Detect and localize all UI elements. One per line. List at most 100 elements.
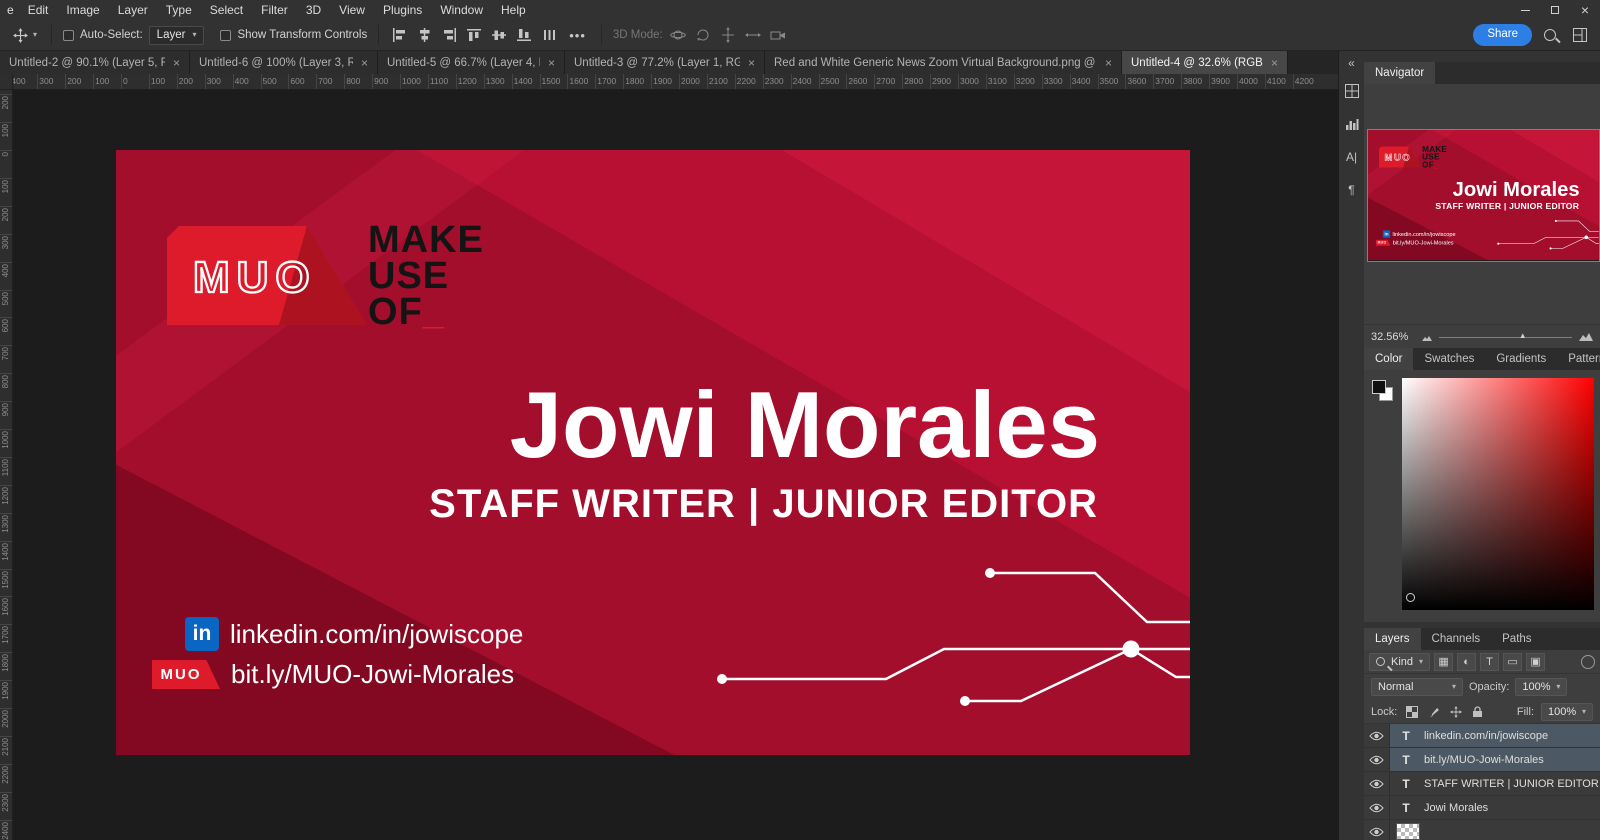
- layer-row[interactable]: T linkedin.com/in/jowiscope: [1364, 724, 1600, 748]
- histogram-panel-icon[interactable]: [1342, 114, 1362, 134]
- filter-toggle-icon[interactable]: [1581, 655, 1595, 669]
- tab-layers[interactable]: Layers: [1364, 628, 1421, 650]
- foreground-background-swatches[interactable]: [1370, 378, 1396, 612]
- show-transform-checkbox[interactable]: [220, 30, 231, 41]
- opacity-dropdown[interactable]: 100% ▾: [1515, 678, 1567, 696]
- tab-close-icon[interactable]: ×: [548, 56, 555, 70]
- lock-pixels-brush-icon[interactable]: [1426, 704, 1441, 719]
- tab-color[interactable]: Color: [1364, 348, 1413, 370]
- canvas-pasteboard[interactable]: MUO MAKE USE OF_ Jowi Morales STAFF WRIT…: [13, 90, 1338, 840]
- minimize-icon[interactable]: [1510, 0, 1540, 20]
- collapse-dock-icon[interactable]: «: [1342, 53, 1362, 73]
- swatches-panel-icon[interactable]: [1342, 81, 1362, 101]
- tab-swatches[interactable]: Swatches: [1413, 348, 1485, 370]
- layer-visibility-eye-icon[interactable]: [1364, 748, 1390, 771]
- zoom-level-value[interactable]: 32.56%: [1371, 331, 1415, 343]
- tab-gradients[interactable]: Gradients: [1485, 348, 1557, 370]
- menu-item-layer[interactable]: Layer: [109, 0, 157, 20]
- move-tool-preview[interactable]: ▾: [8, 26, 40, 45]
- menu-item-filter[interactable]: Filter: [252, 0, 297, 20]
- fill-dropdown[interactable]: 100% ▾: [1541, 703, 1593, 721]
- filter-shape-layers-icon[interactable]: ▭: [1503, 653, 1522, 671]
- auto-select-target-dropdown[interactable]: Layer ▾: [149, 26, 205, 45]
- more-options-icon[interactable]: •••: [565, 28, 590, 43]
- tab-close-icon[interactable]: ×: [748, 56, 755, 70]
- align-bottom-edges-icon[interactable]: [515, 26, 534, 45]
- close-icon[interactable]: ×: [1570, 0, 1600, 20]
- align-horizontal-centers-icon[interactable]: [415, 26, 434, 45]
- menu-item-plugins[interactable]: Plugins: [374, 0, 431, 20]
- tab-close-icon[interactable]: ×: [1271, 56, 1278, 70]
- lock-position-move-icon[interactable]: [1448, 704, 1463, 719]
- layer-name: linkedin.com/in/jowiscope: [1424, 730, 1548, 742]
- 3d-pan-icon[interactable]: [719, 26, 738, 45]
- document-tab[interactable]: Untitled-6 @ 100% (Layer 3, RGB... ×: [190, 51, 378, 74]
- layer-row[interactable]: [1364, 820, 1600, 840]
- menu-item-file-partial[interactable]: e: [2, 0, 19, 20]
- document-tab[interactable]: Untitled-3 @ 77.2% (Layer 1, RGB... ×: [565, 51, 765, 74]
- foreground-color-swatch[interactable]: [1372, 380, 1386, 394]
- workspace-switcher-icon[interactable]: [1568, 24, 1592, 46]
- document-tab[interactable]: Untitled-5 @ 66.7% (Layer 4, RGB... ×: [378, 51, 565, 74]
- tab-close-icon[interactable]: ×: [173, 56, 180, 70]
- tab-navigator[interactable]: Navigator: [1364, 62, 1435, 84]
- tab-close-icon[interactable]: ×: [361, 56, 368, 70]
- layer-visibility-eye-icon[interactable]: [1364, 796, 1390, 819]
- tab-close-icon[interactable]: ×: [1105, 56, 1112, 70]
- character-panel-icon[interactable]: A|: [1342, 147, 1362, 167]
- blend-mode-dropdown[interactable]: Normal ▾: [1371, 678, 1463, 696]
- design-canvas[interactable]: MUO MAKE USE OF_ Jowi Morales STAFF WRIT…: [116, 150, 1190, 755]
- menu-item-edit[interactable]: Edit: [19, 0, 58, 20]
- filter-smart-objects-icon[interactable]: ▣: [1526, 653, 1545, 671]
- layer-visibility-eye-icon[interactable]: [1364, 772, 1390, 795]
- filter-adjustment-layers-icon[interactable]: ◐: [1457, 653, 1476, 671]
- align-top-edges-icon[interactable]: [465, 26, 484, 45]
- layer-visibility-eye-icon[interactable]: [1364, 820, 1390, 840]
- zoom-slider-thumb[interactable]: ▲: [1519, 331, 1527, 340]
- lock-all-padlock-icon[interactable]: [1470, 704, 1485, 719]
- align-vertical-centers-icon[interactable]: [490, 26, 509, 45]
- navigator-thumbnail[interactable]: MUO MAKE USE OF_ Jowi Morales STAFF WRIT…: [1368, 130, 1599, 261]
- fill-value: 100%: [1548, 706, 1576, 718]
- 3d-orbit-icon[interactable]: [669, 26, 688, 45]
- distribute-icon[interactable]: [540, 26, 559, 45]
- menu-item-3d[interactable]: 3D: [297, 0, 330, 20]
- ruler-tick: [1125, 74, 1126, 89]
- chevron-down-icon: ▾: [192, 31, 196, 39]
- color-saturation-picker[interactable]: [1402, 378, 1594, 610]
- color-picker-cursor[interactable]: [1406, 593, 1415, 602]
- filter-type-layers-icon[interactable]: T: [1480, 653, 1499, 671]
- menu-item-view[interactable]: View: [330, 0, 374, 20]
- tab-channels[interactable]: Channels: [1421, 628, 1492, 650]
- 3d-camera-icon[interactable]: [769, 26, 788, 45]
- filter-pixel-layers-icon[interactable]: ▦: [1434, 653, 1453, 671]
- layer-visibility-eye-icon[interactable]: [1364, 724, 1390, 747]
- menu-item-help[interactable]: Help: [492, 0, 535, 20]
- paragraph-panel-icon[interactable]: ¶: [1342, 180, 1362, 200]
- align-left-edges-icon[interactable]: [390, 26, 409, 45]
- menu-item-image[interactable]: Image: [57, 0, 108, 20]
- 3d-roll-icon[interactable]: [694, 26, 713, 45]
- document-tab-active[interactable]: Untitled-4 @ 32.6% (RGB/8#) * ×: [1122, 51, 1288, 74]
- layer-filter-kind-dropdown[interactable]: Kind ▾: [1369, 653, 1430, 671]
- lock-transparency-icon[interactable]: [1404, 704, 1419, 719]
- search-icon[interactable]: [1538, 24, 1562, 46]
- document-tab[interactable]: Red and White Generic News Zoom Virtual …: [765, 51, 1122, 74]
- auto-select-checkbox[interactable]: [63, 30, 74, 41]
- maximize-icon[interactable]: [1540, 0, 1570, 20]
- zoom-out-icon[interactable]: [1422, 330, 1432, 344]
- menu-item-window[interactable]: Window: [431, 0, 492, 20]
- share-button[interactable]: Share: [1473, 24, 1532, 46]
- layer-row[interactable]: T Jowi Morales: [1364, 796, 1600, 820]
- tab-paths[interactable]: Paths: [1491, 628, 1542, 650]
- zoom-in-icon[interactable]: [1579, 330, 1593, 344]
- document-tab[interactable]: Untitled-2 @ 90.1% (Layer 5, RGB/8... ×: [0, 51, 190, 74]
- menu-item-select[interactable]: Select: [201, 0, 252, 20]
- 3d-slide-icon[interactable]: [744, 26, 763, 45]
- layer-row[interactable]: T STAFF WRITER | JUNIOR EDITOR: [1364, 772, 1600, 796]
- zoom-slider[interactable]: ▲: [1439, 330, 1572, 344]
- align-right-edges-icon[interactable]: [440, 26, 459, 45]
- menu-item-type[interactable]: Type: [157, 0, 201, 20]
- tab-patterns[interactable]: Patterns: [1557, 348, 1600, 370]
- layer-row[interactable]: T bit.ly/MUO-Jowi-Morales: [1364, 748, 1600, 772]
